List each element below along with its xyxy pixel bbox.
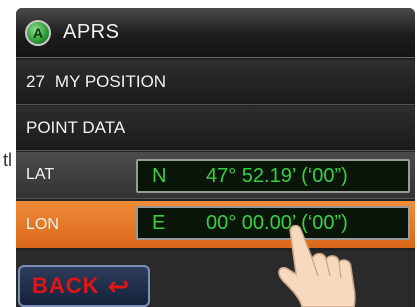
lon-hemisphere: E [152, 211, 166, 234]
lat-value: 47° 52.19’ (‘00”) [206, 164, 348, 187]
pointing-hand-icon [278, 224, 356, 307]
menu-item-my-position[interactable]: 27 MY POSITION [16, 60, 415, 105]
lat-hemisphere: N [152, 164, 167, 187]
back-button-label: BACK [32, 273, 100, 298]
menu-item-label: MY POSITION [54, 72, 167, 91]
title-bar: A APRS [16, 8, 415, 58]
lat-row[interactable]: LAT N 47° 52.19’ (‘00”) [16, 152, 415, 199]
lat-value-field[interactable]: N 47° 52.19’ (‘00”) [136, 159, 410, 193]
screen-title: APRS [63, 21, 120, 43]
menu-item-label: POINT DATA [26, 118, 126, 137]
aprs-a-icon: A [25, 19, 51, 46]
menu-item-number: 27 [26, 72, 45, 91]
lat-label: LAT [26, 166, 55, 183]
lon-label: LON [26, 215, 59, 233]
menu-item-point-data[interactable]: POINT DATA [16, 106, 415, 151]
return-arrow-icon: ↩ [107, 270, 130, 301]
back-button[interactable]: BACK ↩ [18, 265, 150, 307]
background-text-fragment: tl [3, 150, 12, 170]
